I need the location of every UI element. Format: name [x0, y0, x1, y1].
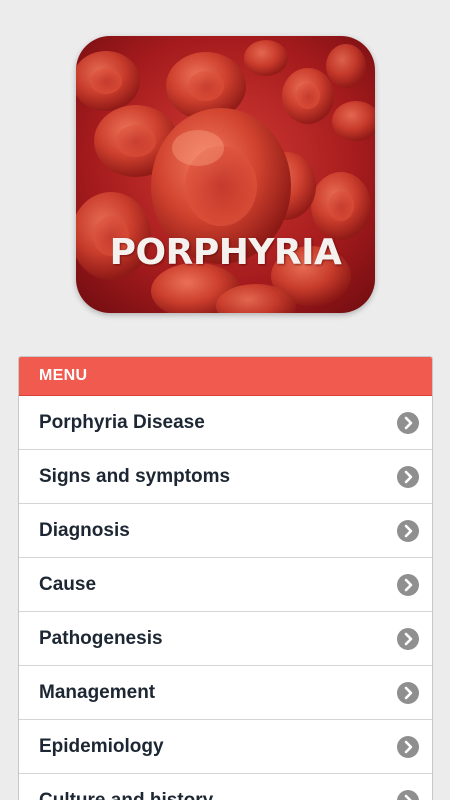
chevron-right-circle-icon — [397, 628, 419, 650]
chevron-right-circle-icon — [397, 520, 419, 542]
menu-item-management[interactable]: Management — [19, 666, 432, 720]
menu-item-label: Diagnosis — [39, 520, 130, 541]
menu-item-pathogenesis[interactable]: Pathogenesis — [19, 612, 432, 666]
menu-item-culture-and-history[interactable]: Culture and history — [19, 774, 432, 800]
menu-item-diagnosis[interactable]: Diagnosis — [19, 504, 432, 558]
menu-item-porphyria-disease[interactable]: Porphyria Disease — [19, 396, 432, 450]
app-screen: PORPHYRIA MENU Porphyria Disease Signs a… — [0, 0, 450, 800]
chevron-right-circle-icon — [397, 790, 419, 800]
logo-title: PORPHYRIA — [109, 232, 342, 273]
menu-header: MENU — [19, 357, 432, 396]
chevron-right-circle-icon — [397, 574, 419, 596]
menu-item-cause[interactable]: Cause — [19, 558, 432, 612]
chevron-right-circle-icon — [397, 466, 419, 488]
menu-item-label: Signs and symptoms — [39, 466, 231, 487]
menu-item-epidemiology[interactable]: Epidemiology — [19, 720, 432, 774]
menu-item-label: Culture and history — [39, 774, 213, 800]
menu-panel: MENU Porphyria Disease Signs and symptom… — [18, 356, 433, 800]
menu-item-label: Management — [39, 682, 156, 703]
menu-item-label: Porphyria Disease — [39, 412, 205, 433]
menu-item-label: Pathogenesis — [39, 628, 163, 649]
chevron-right-circle-icon — [397, 682, 419, 704]
menu-item-label: Cause — [39, 574, 97, 595]
app-logo: PORPHYRIA — [76, 36, 375, 313]
chevron-right-circle-icon — [397, 736, 419, 758]
menu-item-signs-and-symptoms[interactable]: Signs and symptoms — [19, 450, 432, 504]
menu-item-label: Epidemiology — [39, 736, 164, 757]
chevron-right-circle-icon — [397, 412, 419, 434]
